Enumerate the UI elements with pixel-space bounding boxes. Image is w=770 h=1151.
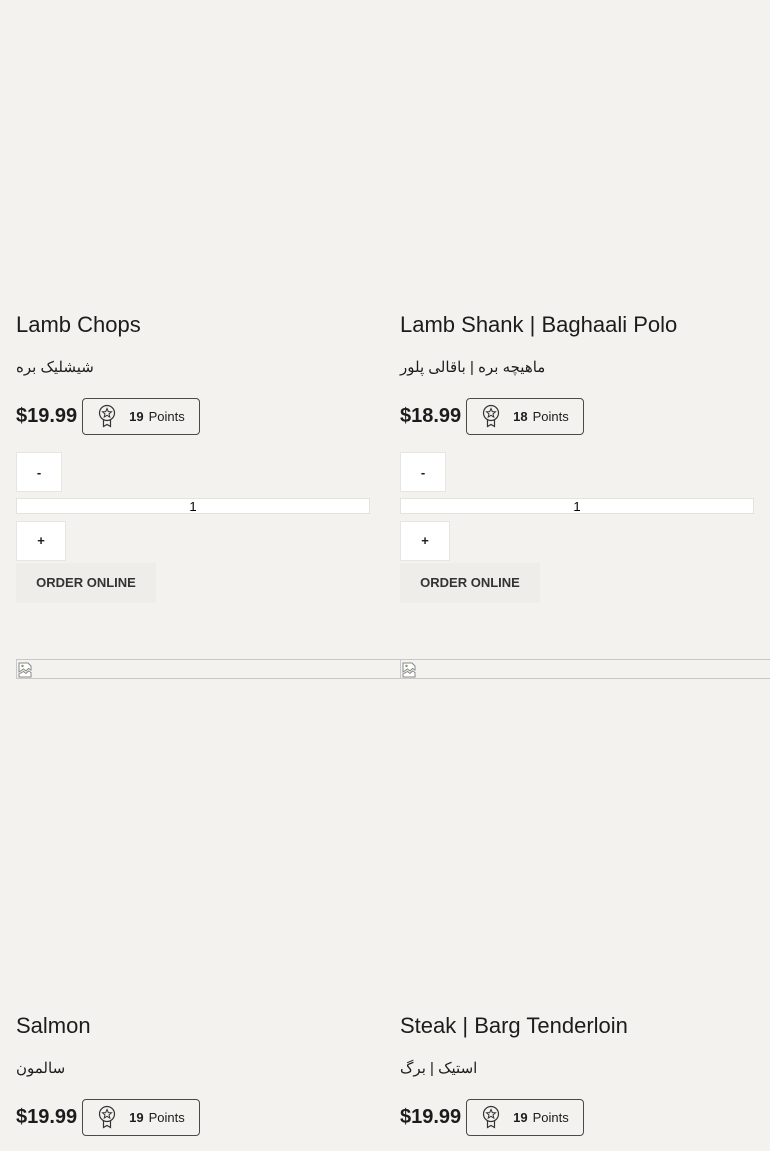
price-row: $19.99 19 Points [16, 1097, 386, 1137]
points-value: 19 [513, 1109, 528, 1125]
medal-star-icon [99, 1105, 116, 1129]
order-online-button[interactable]: ORDER ONLINE [16, 562, 156, 603]
points-badge: 19 Points [82, 1098, 200, 1136]
product-price: $19.99 [16, 1105, 78, 1128]
product-title[interactable]: Salmon [16, 1011, 386, 1041]
quantity-decrease-button[interactable]: - [16, 452, 62, 492]
product-title[interactable]: Lamb Chops [16, 310, 386, 340]
product-price: $19.99 [400, 1105, 462, 1128]
points-value: 19 [129, 1109, 144, 1125]
points-label: Points [532, 408, 569, 424]
product-image-area [400, 659, 770, 1011]
product-card-lamb-chops: Lamb Chops شیشلیک بره $19.99 19 Points -… [16, 0, 386, 603]
medal-star-icon [483, 404, 500, 428]
product-image-area [400, 0, 770, 310]
points-value: 18 [513, 408, 528, 424]
product-price: $19.99 [16, 404, 78, 427]
points-label: Points [532, 1109, 569, 1125]
product-price: $18.99 [400, 404, 462, 427]
product-title[interactable]: Lamb Shank | Baghaali Polo [400, 310, 770, 340]
price-row: $19.99 19 Points [400, 1097, 770, 1137]
product-card-lamb-shank: Lamb Shank | Baghaali Polo ماهیچه بره | … [400, 0, 770, 603]
quantity-increase-button[interactable]: + [400, 520, 450, 561]
product-subtitle: شیشلیک بره [16, 359, 94, 376]
product-card-salmon: Salmon سالمون $19.99 19 Points [16, 659, 400, 1137]
medal-star-icon [483, 1105, 500, 1129]
product-image[interactable] [400, 659, 770, 679]
points-badge: 19 Points [82, 397, 200, 435]
product-image[interactable] [16, 659, 400, 679]
points-badge: 19 Points [466, 1098, 584, 1136]
product-image-area [16, 659, 400, 1011]
product-title[interactable]: Steak | Barg Tenderloin [400, 1011, 770, 1041]
price-row: $19.99 19 Points [16, 396, 386, 436]
product-grid: Lamb Chops شیشلیک بره $19.99 19 Points -… [0, 0, 770, 1151]
broken-image-icon [402, 662, 416, 678]
points-label: Points [148, 1109, 185, 1125]
product-subtitle: سالمون [16, 1060, 66, 1077]
order-online-button[interactable]: ORDER ONLINE [400, 562, 540, 603]
points-badge: 18 Points [466, 397, 584, 435]
quantity-increase-button[interactable]: + [16, 520, 66, 561]
broken-image-icon [18, 662, 32, 678]
medal-star-icon [99, 404, 116, 428]
points-label: Points [148, 408, 185, 424]
quantity-input[interactable] [400, 498, 754, 514]
product-card-steak: Steak | Barg Tenderloin استیک | برگ $19.… [400, 659, 770, 1137]
quantity-decrease-button[interactable]: - [400, 452, 446, 492]
product-subtitle: ماهیچه بره | باقالی پلور [400, 359, 546, 376]
product-subtitle: استیک | برگ [400, 1060, 478, 1077]
points-value: 19 [129, 408, 144, 424]
product-image-area [16, 0, 386, 310]
quantity-input[interactable] [16, 498, 370, 514]
price-row: $18.99 18 Points [400, 396, 770, 436]
